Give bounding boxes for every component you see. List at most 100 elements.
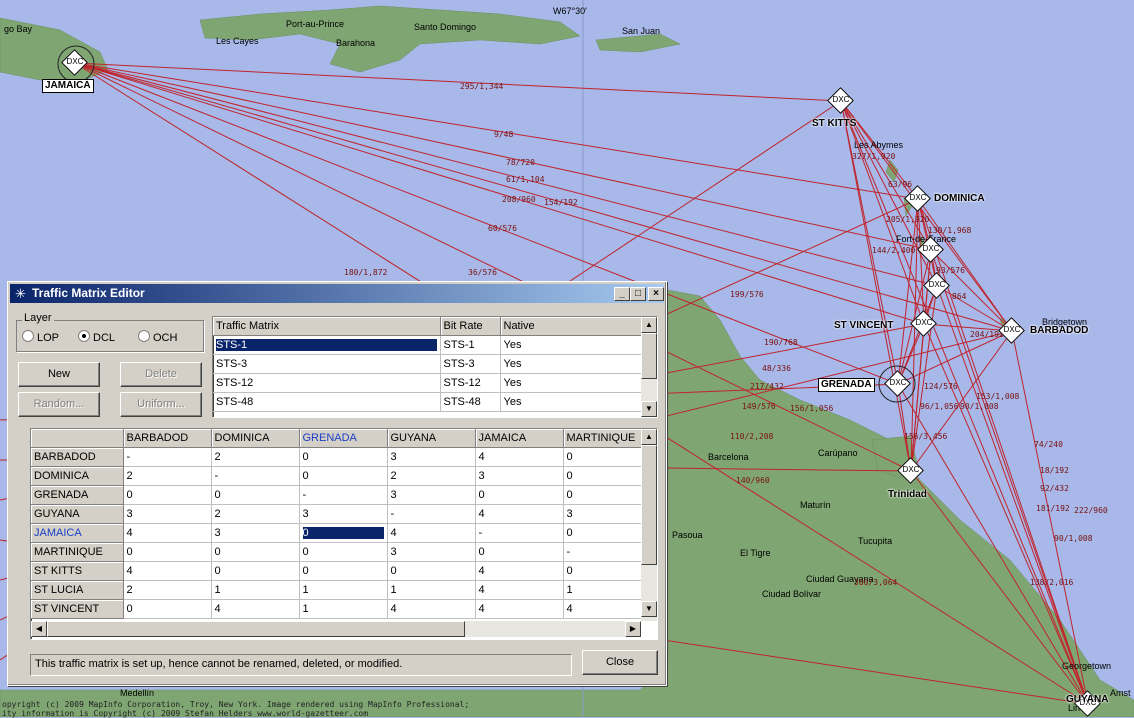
- minimize-button[interactable]: _: [614, 287, 630, 301]
- grid-row-header[interactable]: MARTINIQUE: [31, 542, 124, 562]
- table-row[interactable]: STS-12 STS-12 Yes: [213, 373, 642, 393]
- grid-cell[interactable]: -: [387, 504, 476, 524]
- grid-row-header[interactable]: BARBADOD: [31, 447, 124, 467]
- grid-cell[interactable]: 3: [387, 485, 476, 505]
- grid-row[interactable]: ST KITTS 4 0 0 0 4 0: [31, 561, 642, 581]
- grid-cell[interactable]: 3: [387, 542, 476, 562]
- grid-cell[interactable]: 4: [475, 447, 564, 467]
- grid-cell[interactable]: 0: [563, 447, 642, 467]
- grid-cell[interactable]: 0: [123, 599, 212, 619]
- grid-cell[interactable]: 2: [123, 466, 212, 486]
- grid-row[interactable]: DOMINICA 2-0 2 3 0: [31, 466, 642, 486]
- scroll-thumb[interactable]: [641, 333, 657, 379]
- grid-row[interactable]: MARTINIQUE 0 0 0 3 0-: [31, 542, 642, 562]
- grid-col-header[interactable]: DOMINICA: [211, 429, 300, 448]
- grid-cell[interactable]: 2: [123, 580, 212, 600]
- grid-row-header[interactable]: ST LUCIA: [31, 580, 124, 600]
- grid-cell[interactable]: 3: [211, 523, 300, 543]
- scroll-down-icon[interactable]: ▼: [641, 401, 657, 417]
- scroll-thumb[interactable]: [47, 621, 465, 637]
- scroll-thumb[interactable]: [641, 445, 657, 565]
- node-trinidad[interactable]: DXC: [897, 457, 924, 484]
- uniform-button[interactable]: Uniform...: [120, 392, 202, 417]
- grid-col-header[interactable]: GRENADA: [299, 429, 388, 448]
- grid-cell[interactable]: 3: [563, 504, 642, 524]
- col-traffic-matrix[interactable]: Traffic Matrix: [213, 317, 441, 336]
- grid-row-header[interactable]: ST VINCENT: [31, 599, 124, 619]
- traffic-matrix-list[interactable]: Traffic Matrix Bit Rate Native STS-1 STS…: [212, 316, 658, 418]
- table-row[interactable]: STS-1 STS-1 Yes: [213, 335, 642, 355]
- grid-cell[interactable]: 1: [299, 599, 388, 619]
- traffic-matrix-grid[interactable]: BARBADOD DOMINICA GRENADA GUYANA JAMAICA…: [30, 428, 658, 640]
- col-bit-rate[interactable]: Bit Rate: [440, 317, 501, 336]
- list-scrollbar[interactable]: ▲ ▼: [641, 317, 657, 417]
- grid-row-header[interactable]: JAMAICA: [31, 523, 124, 543]
- close-button[interactable]: Close: [582, 650, 658, 675]
- radio-dcl[interactable]: DCL: [78, 330, 115, 344]
- grid-col-header[interactable]: MARTINIQUE: [563, 429, 642, 448]
- grid-cell[interactable]: 0: [211, 542, 300, 562]
- grid-cell[interactable]: 0: [563, 485, 642, 505]
- scroll-up-icon[interactable]: ▲: [641, 429, 657, 445]
- grid-cell[interactable]: 0: [299, 523, 388, 543]
- grid-cell[interactable]: 0: [123, 485, 212, 505]
- scroll-up-icon[interactable]: ▲: [641, 317, 657, 333]
- grid-cell[interactable]: 0: [211, 561, 300, 581]
- close-window-button[interactable]: ×: [648, 287, 664, 301]
- grid-row[interactable]: GUYANA 3 2 3-4 3: [31, 504, 642, 524]
- grid-row-header[interactable]: ST KITTS: [31, 561, 124, 581]
- grid-cell[interactable]: 0: [387, 561, 476, 581]
- scroll-right-icon[interactable]: ▶: [625, 621, 641, 637]
- grid-col-header[interactable]: JAMAICA: [475, 429, 564, 448]
- grid-col-header[interactable]: GUYANA: [387, 429, 476, 448]
- grid-cell[interactable]: 4: [123, 561, 212, 581]
- grid-cell[interactable]: -: [211, 466, 300, 486]
- grid-row-header[interactable]: GRENADA: [31, 485, 124, 505]
- node-martinique[interactable]: DXC: [917, 236, 944, 263]
- grid-row-header[interactable]: GUYANA: [31, 504, 124, 524]
- grid-cell[interactable]: 0: [475, 542, 564, 562]
- grid-cell[interactable]: 3: [123, 504, 212, 524]
- node-dominica[interactable]: DXC: [904, 185, 931, 212]
- grid-cell[interactable]: 4: [211, 599, 300, 619]
- delete-button[interactable]: Delete: [120, 362, 202, 387]
- grid-cell[interactable]: -: [475, 523, 564, 543]
- grid-row[interactable]: JAMAICA 4 3 0 4-0: [31, 523, 642, 543]
- grid-cell[interactable]: -: [123, 447, 212, 467]
- title-bar[interactable]: ✳ Traffic Matrix Editor _ □ ×: [10, 284, 664, 303]
- grid-col-header[interactable]: BARBADOD: [123, 429, 212, 448]
- grid-cell[interactable]: 3: [387, 447, 476, 467]
- grid-cell[interactable]: 3: [475, 466, 564, 486]
- grid-cell[interactable]: 1: [563, 580, 642, 600]
- grid-cell[interactable]: 0: [563, 523, 642, 543]
- grid-cell[interactable]: 0: [211, 485, 300, 505]
- grid-cell[interactable]: 2: [387, 466, 476, 486]
- grid-cell[interactable]: 0: [299, 466, 388, 486]
- scroll-down-icon[interactable]: ▼: [641, 601, 657, 617]
- node-st-lucia[interactable]: DXC: [923, 272, 950, 299]
- grid-cell[interactable]: 0: [123, 542, 212, 562]
- node-st-kitts[interactable]: DXC: [827, 87, 854, 114]
- grid-cell[interactable]: 3: [299, 504, 388, 524]
- random-button[interactable]: Random...: [18, 392, 100, 417]
- grid-cell[interactable]: 0: [475, 485, 564, 505]
- radio-och[interactable]: OCH: [138, 330, 177, 344]
- new-button[interactable]: New: [18, 362, 100, 387]
- grid-cell[interactable]: 4: [475, 599, 564, 619]
- grid-cell[interactable]: 0: [299, 542, 388, 562]
- grid-cell[interactable]: 2: [211, 504, 300, 524]
- radio-lop[interactable]: LOP: [22, 330, 59, 344]
- grid-hscrollbar[interactable]: ◀ ▶: [31, 621, 641, 637]
- grid-cell[interactable]: 4: [563, 599, 642, 619]
- grid-row[interactable]: ST VINCENT 0 4 1 4 4 4: [31, 599, 642, 619]
- maximize-button[interactable]: □: [630, 287, 646, 301]
- grid-cell[interactable]: 4: [387, 599, 476, 619]
- grid-cell[interactable]: 1: [387, 580, 476, 600]
- grid-cell[interactable]: 4: [475, 504, 564, 524]
- grid-cell[interactable]: 0: [299, 561, 388, 581]
- grid-cell[interactable]: -: [563, 542, 642, 562]
- grid-cell[interactable]: 1: [299, 580, 388, 600]
- grid-cell[interactable]: 4: [475, 580, 564, 600]
- grid-cell[interactable]: 0: [299, 447, 388, 467]
- grid-cell[interactable]: 4: [123, 523, 212, 543]
